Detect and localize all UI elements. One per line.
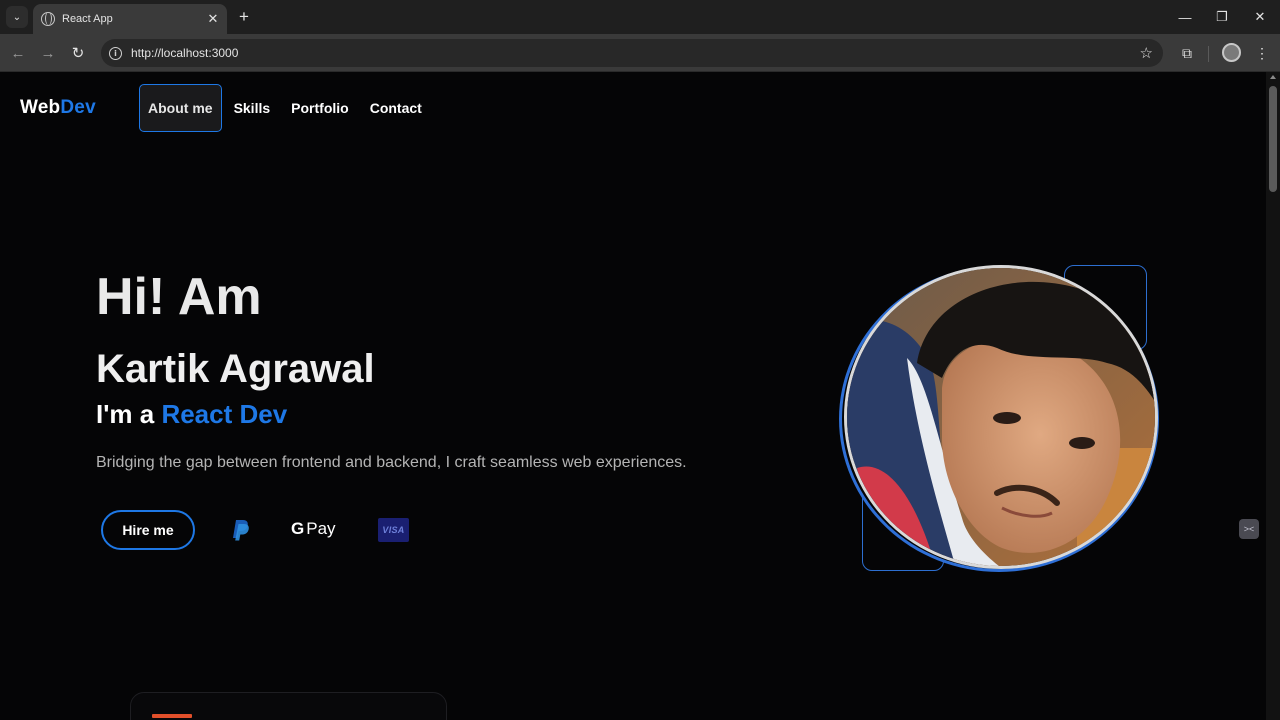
page-viewport: WebDev About me Skills Portfolio Contact… xyxy=(0,72,1266,720)
hero-role: I'm a React Dev xyxy=(96,399,287,430)
toolbar-divider xyxy=(1208,46,1209,62)
nav-portfolio[interactable]: Portfolio xyxy=(282,84,358,132)
plus-icon[interactable]: + xyxy=(234,6,254,28)
scroll-up-arrow-icon[interactable] xyxy=(1270,75,1276,79)
role-prefix: I'm a xyxy=(96,399,162,429)
close-window-icon[interactable]: ✕ xyxy=(1249,6,1271,28)
logo-text-main: Web xyxy=(20,97,61,118)
floating-widget-icon[interactable]: >< xyxy=(1239,519,1259,539)
arrow-left-icon[interactable]: ← xyxy=(7,42,29,64)
hero-tagline: Bridging the gap between frontend and ba… xyxy=(96,454,687,471)
minimize-icon[interactable]: — xyxy=(1174,6,1196,28)
restore-icon[interactable]: ❐ xyxy=(1211,6,1233,28)
close-icon[interactable]: ✕ xyxy=(203,11,223,27)
nav-contact[interactable]: Contact xyxy=(361,84,431,132)
page-scrollbar[interactable] xyxy=(1266,72,1280,720)
puzzle-icon[interactable]: ⧉ xyxy=(1176,42,1198,64)
nav-about-me[interactable]: About me xyxy=(139,84,222,132)
gpay-text: Pay xyxy=(306,519,336,538)
site-logo[interactable]: WebDev xyxy=(20,97,96,119)
browser-tab-bar: ⌄ React App ✕ + — ❐ ✕ xyxy=(0,0,1280,34)
info-icon[interactable]: i xyxy=(109,46,122,60)
logo-text-accent: Dev xyxy=(60,97,96,118)
chevron-down-icon[interactable]: ⌄ xyxy=(6,6,28,28)
nav-skills[interactable]: Skills xyxy=(225,84,280,132)
role-title: React Dev xyxy=(161,399,288,429)
hero-name: Kartik Agrawal xyxy=(96,347,375,391)
visa-icon[interactable]: VISA xyxy=(378,518,409,542)
scroll-thumb[interactable] xyxy=(1269,86,1277,192)
skills-card-preview xyxy=(130,692,447,720)
main-nav: About me Skills Portfolio Contact xyxy=(139,84,434,132)
google-pay-icon[interactable]: G Pay xyxy=(291,519,336,539)
globe-icon xyxy=(41,12,55,26)
arrow-right-icon[interactable]: → xyxy=(37,42,59,64)
gpay-g-letter: G xyxy=(291,519,305,538)
hire-me-button[interactable]: Hire me xyxy=(101,510,195,550)
star-icon[interactable]: ☆ xyxy=(1140,44,1153,62)
kebab-menu-icon[interactable]: ⋮ xyxy=(1251,42,1273,64)
address-bar[interactable]: i http://localhost:3000 ☆ xyxy=(101,39,1163,67)
avatar-icon[interactable] xyxy=(1222,43,1241,62)
url-text[interactable]: http://localhost:3000 xyxy=(131,46,1140,60)
reload-icon[interactable]: ↻ xyxy=(67,42,89,64)
browser-toolbar: ← → ↻ i http://localhost:3000 ☆ ⧉ ⋮ xyxy=(0,34,1280,72)
tab-title: React App xyxy=(62,13,113,25)
hero-greeting: Hi! Am xyxy=(96,268,262,326)
profile-portrait-illustration xyxy=(847,268,1155,566)
profile-photo xyxy=(844,265,1158,569)
paypal-icon[interactable] xyxy=(229,518,251,542)
browser-tab[interactable]: React App ✕ xyxy=(33,4,227,34)
card-accent-bar xyxy=(152,714,192,718)
